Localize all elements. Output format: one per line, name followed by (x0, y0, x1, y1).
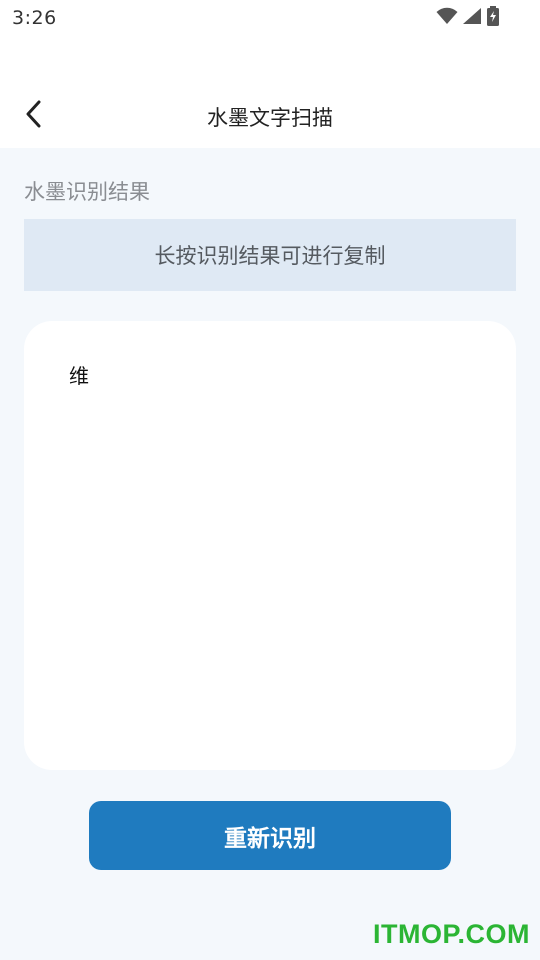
result-card[interactable]: 维 (24, 321, 516, 770)
result-text[interactable]: 维 (69, 361, 469, 391)
main-content: 水墨识别结果 长按识别结果可进行复制 维 重新识别 (0, 148, 540, 960)
copy-hint-banner: 长按识别结果可进行复制 (24, 219, 516, 291)
status-time: 3:26 (12, 7, 57, 29)
app-bar: 水墨文字扫描 (0, 80, 540, 148)
watermark-logo: ITMOP.COM (372, 919, 530, 949)
wifi-icon (436, 7, 458, 29)
section-label: 水墨识别结果 (24, 180, 150, 204)
signal-icon (462, 7, 482, 29)
battery-charging-icon (486, 6, 500, 30)
retry-recognition-button[interactable]: 重新识别 (89, 801, 451, 870)
status-bar: 3:26 (0, 0, 540, 36)
status-icons (436, 6, 500, 30)
page-title: 水墨文字扫描 (207, 106, 333, 130)
